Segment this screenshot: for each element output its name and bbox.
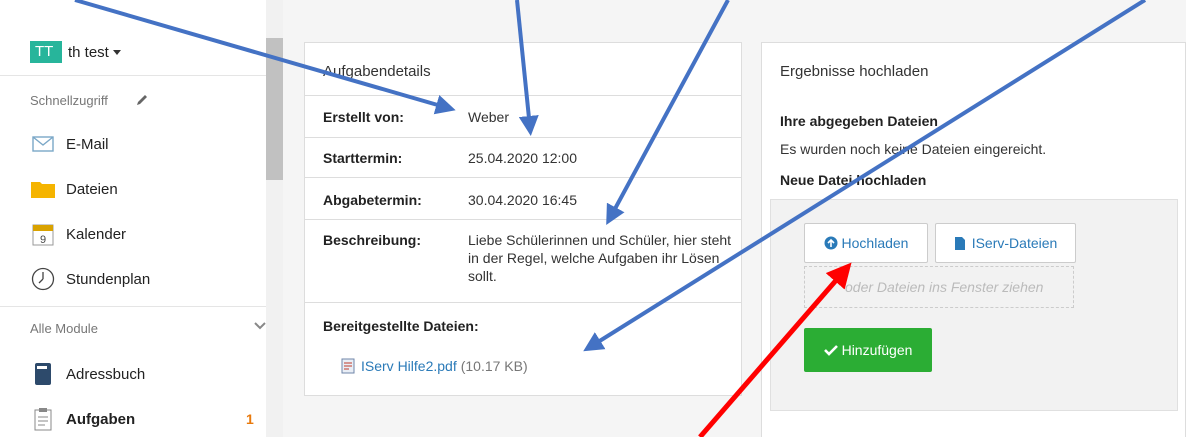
iserv-files-button-label: IServ-Dateien (971, 235, 1058, 251)
upload-area: Hochladen IServ-Dateien oder Dateien ins… (770, 199, 1178, 411)
upload-results-panel: Ergebnisse hochladen Ihre abgegeben Date… (761, 42, 1186, 437)
iserv-files-button[interactable]: IServ-Dateien (935, 223, 1076, 263)
sidebar-item-timetable[interactable]: Stundenplan (30, 261, 260, 297)
sidebar-item-address-book[interactable]: Adressbuch (30, 356, 260, 392)
no-files-text: Es wurden noch keine Dateien eingereicht… (780, 141, 1047, 157)
sidebar-item-label: Stundenplan (66, 270, 151, 288)
check-icon (823, 345, 838, 356)
sidebar-item-label: Adressbuch (66, 365, 146, 383)
sidebar-scroll-thumb[interactable] (266, 38, 283, 180)
chevron-down-icon[interactable] (254, 320, 266, 332)
created-by-value: Weber (468, 109, 509, 125)
sidebar: TT th test Schnellzugriff E-Mail Dateien… (0, 0, 268, 437)
quick-access-label: Schnellzugriff (30, 93, 108, 108)
new-file-heading: Neue Datei hochladen (780, 172, 927, 188)
submitted-files-heading: Ihre abgegeben Dateien (780, 113, 938, 129)
description-label: Beschreibung: (323, 232, 422, 248)
folder-icon (30, 176, 56, 202)
caret-down-icon (112, 49, 121, 55)
panel-title: Aufgabendetails (323, 63, 431, 80)
avatar: TT (30, 41, 62, 63)
sidebar-item-label: Kalender (66, 225, 127, 243)
upload-arrow-icon (824, 236, 838, 250)
pdf-file-icon (341, 358, 355, 374)
calendar-icon: 9 (30, 221, 56, 247)
provided-files-label: Bereitgestellte Dateien: (323, 318, 479, 334)
sidebar-item-tasks[interactable]: Aufgaben 1 (30, 401, 260, 437)
upload-button[interactable]: Hochladen (804, 223, 928, 263)
tasks-count-badge: 1 (246, 411, 254, 427)
sidebar-item-files[interactable]: Dateien (30, 171, 260, 207)
sidebar-item-label: Aufgaben (66, 410, 136, 428)
file-icon (954, 236, 965, 250)
add-button[interactable]: Hinzufügen (804, 328, 932, 372)
upload-button-label: Hochladen (841, 235, 909, 251)
divider (305, 137, 741, 138)
start-date-value: 25.04.2020 12:00 (468, 150, 577, 166)
created-by-label: Erstellt von: (323, 109, 404, 125)
drop-zone[interactable]: oder Dateien ins Fenster ziehen (804, 266, 1074, 308)
sidebar-item-label: Dateien (66, 180, 118, 198)
address-book-icon (30, 361, 56, 387)
divider (305, 302, 741, 303)
divider (305, 177, 741, 178)
clock-icon (30, 266, 56, 292)
file-link[interactable]: IServ Hilfe2.pdf (10.17 KB) (341, 358, 528, 374)
svg-text:9: 9 (40, 234, 46, 246)
file-name[interactable]: IServ Hilfe2.pdf (361, 358, 457, 374)
divider (305, 95, 741, 96)
user-menu[interactable]: TT th test (30, 41, 121, 63)
all-modules-label: Alle Module (30, 321, 98, 336)
panel-title: Ergebnisse hochladen (780, 63, 929, 80)
divider (0, 306, 266, 307)
due-date-label: Abgabetermin: (323, 192, 422, 208)
sidebar-item-label: E-Mail (66, 135, 109, 153)
due-date-value: 30.04.2020 16:45 (468, 192, 577, 208)
add-button-label: Hinzufügen (841, 342, 913, 358)
pencil-icon[interactable] (135, 93, 149, 107)
divider (0, 75, 266, 76)
description-value: Liebe Schülerinnen und Schüler, hier ste… (468, 232, 732, 284)
user-name: th test (68, 43, 109, 61)
envelope-icon (30, 131, 56, 157)
clipboard-icon (30, 406, 56, 432)
sidebar-item-email[interactable]: E-Mail (30, 126, 260, 162)
sidebar-item-calendar[interactable]: 9 Kalender (30, 216, 260, 252)
task-details-panel: Aufgabendetails Erstellt von: Weber Star… (304, 42, 742, 396)
file-size: (10.17 KB) (460, 358, 528, 374)
start-date-label: Starttermin: (323, 150, 403, 166)
divider (305, 219, 741, 220)
